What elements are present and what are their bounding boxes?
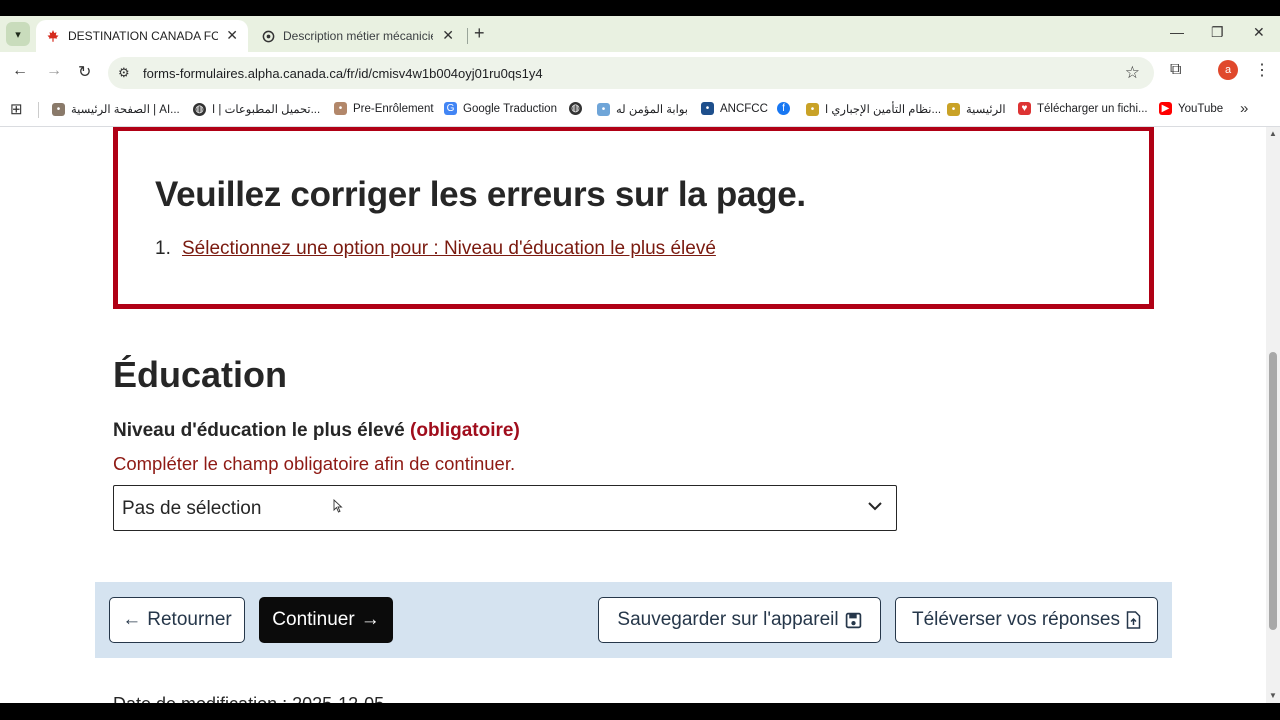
- bookmark-item[interactable]: • نظام التأمين الإجباري ا...: [806, 102, 941, 116]
- site-favicon-icon: •: [334, 102, 347, 115]
- close-window-icon[interactable]: ✕: [1253, 24, 1265, 41]
- bookmark-item[interactable]: • بوابة المؤمن له: [597, 102, 688, 116]
- bookmark-item[interactable]: • الصفحة الرئيسية | AI...: [52, 102, 180, 116]
- bookmark-star-icon[interactable]: ☆: [1125, 63, 1140, 83]
- arrow-right-icon: →: [360, 609, 380, 630]
- file-upload-icon: [1126, 611, 1141, 629]
- field-label: Niveau d'éducation le plus élevé (obliga…: [113, 420, 520, 442]
- continue-button-label: Continuer: [272, 609, 355, 630]
- bookmark-item[interactable]: ◍ تحميل المطبوعات | ا...: [193, 102, 320, 116]
- site-favicon-icon: •: [806, 102, 819, 116]
- tab-title: Description métier mécanicien: [283, 29, 433, 43]
- profile-avatar[interactable]: a: [1218, 60, 1238, 80]
- maple-leaf-icon: [47, 30, 59, 42]
- google-translate-icon: G: [444, 102, 457, 115]
- arrow-left-icon: ←: [122, 609, 142, 630]
- screen-bottom-edge: [0, 703, 1280, 720]
- scroll-thumb[interactable]: [1269, 352, 1277, 630]
- bookmark-label: Google Traduction: [463, 102, 557, 115]
- required-marker: (obligatoire): [410, 420, 520, 441]
- bookmark-label: بوابة المؤمن له: [616, 104, 688, 116]
- bookmark-label: الصفحة الرئيسية | AI...: [71, 104, 180, 116]
- form-action-bar: ← Retourner Continuer → Sauvegarder sur …: [95, 582, 1172, 658]
- new-tab-plus-icon[interactable]: +: [474, 23, 485, 44]
- restore-window-icon[interactable]: ❐: [1211, 24, 1224, 41]
- site-favicon-icon: •: [52, 102, 65, 116]
- upload-button-label: Téléverser vos réponses: [911, 609, 1121, 630]
- page-scrollbar[interactable]: ▲ ▼: [1266, 127, 1280, 703]
- screen-top-edge: [0, 0, 1280, 16]
- browser-menu-icon[interactable]: ⋮: [1254, 60, 1270, 80]
- continue-button[interactable]: Continuer →: [259, 597, 393, 643]
- minimize-icon[interactable]: —: [1170, 24, 1184, 40]
- browser-chrome: ▾ DESTINATION CANADA FORUM ✕ Description…: [0, 16, 1280, 127]
- reload-icon[interactable]: ↻: [78, 62, 91, 82]
- field-error-message: Compléter le champ obligatoire afin de c…: [113, 453, 516, 474]
- close-tab-icon[interactable]: ✕: [226, 27, 238, 44]
- omnibox[interactable]: ⚙ forms-formulaires.alpha.canada.ca/fr/i…: [108, 57, 1154, 89]
- error-item-number: 1.: [155, 238, 171, 259]
- error-item-link[interactable]: Sélectionnez une option pour : Niveau d'…: [182, 238, 716, 260]
- bookmarks-bar: ⊞ • الصفحة الرئيسية | AI... ◍ تحميل المط…: [0, 92, 1280, 127]
- upload-responses-button[interactable]: Téléverser vos réponses: [895, 597, 1158, 643]
- heart-icon: ♥: [1018, 102, 1031, 115]
- bookmark-label: الرئيسية: [966, 104, 1006, 116]
- bookmark-item[interactable]: • ANCFCC: [701, 102, 768, 115]
- floppy-disk-icon: [845, 612, 861, 628]
- education-level-select[interactable]: Pas de sélection: [113, 485, 897, 531]
- bookmark-item[interactable]: ▶ YouTube: [1159, 102, 1223, 115]
- chevron-down-icon: [868, 502, 882, 511]
- bookmark-label: ANCFCC: [720, 102, 768, 115]
- tab-title: DESTINATION CANADA FORUM: [68, 29, 218, 43]
- bookmark-label: YouTube: [1178, 102, 1224, 115]
- apps-grid-icon[interactable]: ⊞: [10, 100, 23, 118]
- tab-search-chevron-icon[interactable]: ▾: [6, 22, 30, 46]
- bookmark-item[interactable]: • Pre-Enrôlement: [334, 102, 434, 115]
- tab-description-metier[interactable]: Description métier mécanicien ✕: [252, 20, 464, 52]
- youtube-icon: ▶: [1159, 102, 1172, 115]
- extensions-puzzle-icon[interactable]: ⧉: [1170, 61, 1181, 79]
- tab-divider: [467, 28, 468, 44]
- bookmark-label: Pre-Enrôlement: [353, 102, 434, 115]
- mouse-cursor-icon: [333, 499, 343, 513]
- field-label-text: Niveau d'éducation le plus élevé: [113, 420, 405, 441]
- scroll-down-icon[interactable]: ▼: [1269, 691, 1277, 700]
- tab-destination-canada[interactable]: DESTINATION CANADA FORUM ✕: [36, 20, 248, 52]
- bookmark-label: نظام التأمين الإجباري ا...: [825, 104, 942, 116]
- globe-icon: ◍: [569, 102, 582, 115]
- url-text[interactable]: forms-formulaires.alpha.canada.ca/fr/id/…: [143, 66, 543, 81]
- page-content: Veuillez corriger les erreurs sur la pag…: [0, 127, 1266, 703]
- site-favicon-icon: •: [597, 102, 610, 116]
- tab-strip: ▾ DESTINATION CANADA FORUM ✕ Description…: [0, 16, 1280, 52]
- error-summary: Veuillez corriger les erreurs sur la pag…: [113, 127, 1154, 309]
- facebook-icon: f: [777, 102, 790, 115]
- bookmark-label: Télécharger un fichi...: [1037, 102, 1148, 115]
- forward-arrow-icon[interactable]: →: [46, 62, 62, 80]
- close-tab-icon[interactable]: ✕: [442, 27, 454, 44]
- error-summary-title: Veuillez corriger les erreurs sur la pag…: [155, 175, 806, 214]
- bookmark-item[interactable]: G Google Traduction: [444, 102, 557, 115]
- back-button-label: Retourner: [147, 609, 232, 630]
- bookmark-item[interactable]: f: [777, 102, 790, 115]
- bookmark-item[interactable]: ♥ Télécharger un fichi...: [1018, 102, 1148, 115]
- more-bookmarks-chevron-icon[interactable]: »: [1240, 100, 1248, 117]
- address-bar-row: ← → ↻ ⚙ forms-formulaires.alpha.canada.c…: [0, 52, 1280, 92]
- scroll-up-icon[interactable]: ▲: [1269, 129, 1277, 138]
- bookmark-item[interactable]: ◍: [569, 102, 582, 115]
- bookmark-label: تحميل المطبوعات | ا...: [212, 104, 321, 116]
- save-button-label: Sauvegarder sur l'appareil: [617, 609, 839, 630]
- bookmark-item[interactable]: • الرئيسية: [947, 102, 1006, 116]
- bookmarks-divider: [38, 102, 39, 118]
- select-value: Pas de sélection: [122, 498, 262, 519]
- globe-icon: ◍: [193, 102, 206, 116]
- modification-date: Date de modification : 2025-12-05: [113, 694, 384, 703]
- chatgpt-logo-icon: [262, 30, 275, 42]
- site-favicon-icon: •: [947, 102, 960, 116]
- save-to-device-button[interactable]: Sauvegarder sur l'appareil: [598, 597, 881, 643]
- site-favicon-icon: •: [701, 102, 714, 115]
- site-info-icon[interactable]: ⚙: [118, 65, 130, 81]
- back-arrow-icon[interactable]: ←: [12, 62, 28, 80]
- back-button[interactable]: ← Retourner: [109, 597, 245, 643]
- section-title: Éducation: [113, 354, 288, 395]
